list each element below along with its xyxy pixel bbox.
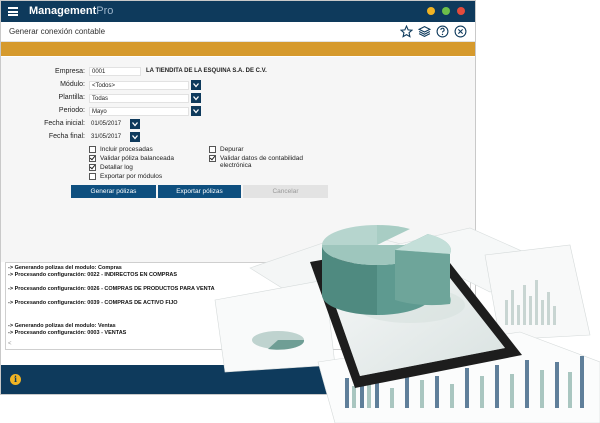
log-line: -> Procesando configuración: 0003 - VENT…	[8, 330, 127, 336]
detallar-log-checkbox[interactable]: Detallar log	[89, 164, 133, 171]
menu-icon[interactable]	[8, 7, 18, 16]
checkbox-box[interactable]	[89, 146, 96, 153]
checkbox-box[interactable]	[209, 146, 216, 153]
maximize-dot[interactable]	[442, 7, 450, 15]
checkbox-box[interactable]	[89, 173, 96, 180]
brand-sub: Pro	[96, 5, 114, 17]
periodo-dropdown-icon[interactable]	[191, 106, 201, 116]
log-line: -> Procesando configuración: 0022 - INDI…	[8, 272, 178, 278]
accent-bar	[1, 42, 475, 56]
star-icon[interactable]	[400, 25, 413, 38]
log-line: -> Generando polizas del modulo: Ventas	[8, 323, 116, 329]
minimize-dot[interactable]	[427, 7, 435, 15]
generar-polizas-button[interactable]: Generar pólizas	[71, 185, 156, 198]
checkbox-label: Depurar	[220, 146, 244, 153]
validar-poliza-checkbox[interactable]: Validar póliza balanceada	[89, 155, 174, 162]
checkbox-label: Detallar log	[100, 164, 133, 171]
plantilla-label: Plantilla:	[58, 94, 85, 101]
fecha-final-picker-icon[interactable]	[130, 132, 140, 142]
exportar-modulos-checkbox[interactable]: Exportar por módulos	[89, 173, 162, 180]
checkbox-box[interactable]	[89, 164, 96, 171]
plantilla-select[interactable]: Todas	[89, 94, 189, 103]
empresa-code-field[interactable]: 0001	[89, 67, 141, 76]
toolbar	[400, 25, 467, 38]
checkbox-box[interactable]	[89, 155, 96, 162]
fecha-inicial-picker-icon[interactable]	[130, 119, 140, 129]
checkbox-label: Validar datos de contabilidad electrónica	[220, 155, 303, 169]
scroll-left-icon[interactable]: <	[8, 341, 12, 347]
log-panel[interactable]: -> Generando polizas del modulo: Compras…	[5, 262, 471, 350]
close-icon[interactable]	[454, 25, 467, 38]
empresa-name: LA TIENDITA DE LA ESQUINA S.A. DE C.V.	[146, 68, 267, 74]
app-brand: ManagementPro	[29, 5, 113, 17]
cancelar-button[interactable]: Cancelar	[243, 185, 328, 198]
fecha-inicial-label: Fecha inicial:	[44, 120, 85, 127]
plantilla-dropdown-icon[interactable]	[191, 93, 201, 103]
incluir-procesadas-checkbox[interactable]: Incluir procesadas	[89, 146, 153, 153]
layers-icon[interactable]	[418, 25, 431, 38]
log-line: -> Procesando configuración: 0039 - COMP…	[8, 300, 178, 306]
log-line: -> Procesando configuración: 0026 - COMP…	[8, 286, 215, 292]
brand-main: Management	[29, 5, 97, 17]
form-panel: Empresa: 0001 LA TIENDITA DE LA ESQUINA …	[1, 57, 475, 262]
app-window: ManagementPro Generar conexión contable …	[0, 0, 476, 395]
checkbox-label: Validar póliza balanceada	[100, 155, 174, 162]
checkbox-label: Exportar por módulos	[100, 173, 163, 180]
modulo-label: Módulo:	[60, 81, 85, 88]
info-icon[interactable]: i	[10, 374, 21, 385]
window-controls	[427, 7, 465, 15]
title-bar: ManagementPro	[1, 1, 475, 22]
fecha-inicial-field[interactable]: 01/05/2017	[89, 120, 127, 129]
empresa-label: Empresa:	[55, 68, 85, 75]
validar-datos-checkbox[interactable]: Validar datos de contabilidad electrónica	[209, 155, 303, 169]
depurar-checkbox[interactable]: Depurar	[209, 146, 243, 153]
checkbox-label-line1: Validar datos de contabilidad	[220, 155, 303, 162]
periodo-label: Periodo:	[58, 107, 85, 114]
modulo-dropdown-icon[interactable]	[191, 80, 201, 90]
periodo-select[interactable]: Mayo	[89, 107, 189, 116]
checkbox-label-line2: electrónica	[220, 162, 252, 169]
checkbox-label: Incluir procesadas	[100, 146, 153, 153]
help-icon[interactable]	[436, 25, 449, 38]
page-title: Generar conexión contable	[9, 27, 106, 36]
fecha-final-label: Fecha final:	[48, 133, 85, 140]
close-window-dot[interactable]	[457, 7, 465, 15]
exportar-polizas-button[interactable]: Exportar pólizas	[158, 185, 241, 198]
footer-bar: i	[1, 365, 475, 394]
checkbox-box[interactable]	[209, 155, 216, 162]
fecha-final-field[interactable]: 31/05/2017	[89, 133, 127, 142]
log-line: -> Generando polizas del modulo: Compras	[8, 265, 122, 271]
modulo-select[interactable]: <Todos>	[89, 81, 189, 90]
header-bar: Generar conexión contable	[1, 22, 475, 42]
report-sheet-right	[484, 244, 591, 341]
